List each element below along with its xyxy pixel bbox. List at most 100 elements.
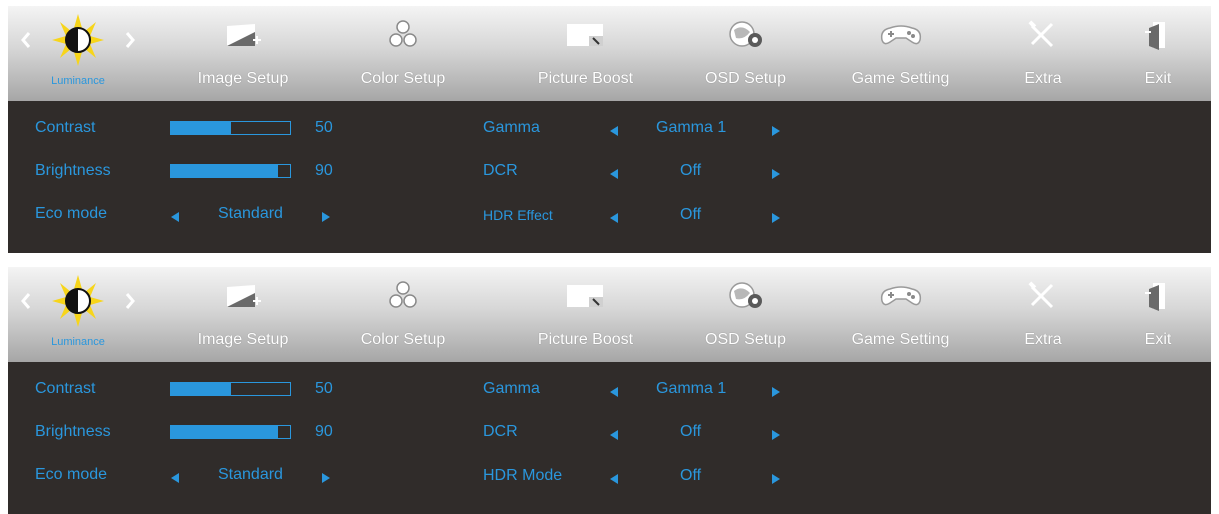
gamma-value: Gamma 1 — [656, 380, 727, 397]
picture-boost-icon — [566, 285, 603, 307]
color-setup-icon — [389, 281, 417, 308]
tab-label-extra: Extra — [1024, 70, 1062, 87]
tab-label-luminance: Luminance — [51, 336, 105, 348]
eco-mode-left-arrow[interactable] — [171, 473, 179, 483]
dcr-right-arrow[interactable] — [772, 430, 780, 440]
exit-door-icon — [1145, 22, 1165, 50]
tab-extra[interactable]: Extra — [1003, 6, 1083, 101]
gamma-right-arrow[interactable] — [772, 387, 780, 397]
tab-label-osd-setup: OSD Setup — [705, 331, 786, 348]
hdr-effect-value: Off — [680, 206, 702, 223]
luminance-settings-panel: Contrast 50 Brightness 90 Eco mode Stand… — [8, 101, 1211, 253]
tab-label-color-setup: Color Setup — [360, 70, 446, 87]
tab-label-exit: Exit — [1144, 70, 1172, 87]
image-setup-icon — [227, 24, 261, 46]
brightness-value: 90 — [315, 423, 333, 440]
luminance-sun-icon — [21, 275, 135, 327]
tab-exit[interactable]: Exit — [1123, 267, 1193, 362]
contrast-value: 50 — [315, 119, 333, 136]
tab-label-luminance: Luminance — [51, 75, 105, 87]
tab-label-color-setup: Color Setup — [360, 331, 446, 348]
picture-boost-icon — [566, 24, 603, 46]
gamma-label: Gamma — [483, 380, 540, 397]
hdr-effect-label: HDR Effect — [483, 207, 553, 223]
hdr-mode-right-arrow[interactable] — [772, 474, 780, 484]
tab-game-setting[interactable]: Game Setting — [838, 6, 963, 101]
tab-exit[interactable]: Exit — [1123, 6, 1193, 101]
tab-picture-boost[interactable]: Picture Boost — [518, 267, 653, 362]
gamma-value: Gamma 1 — [656, 119, 727, 136]
brightness-label: Brightness — [35, 162, 111, 179]
gamma-right-arrow[interactable] — [772, 126, 780, 136]
dcr-label: DCR — [483, 162, 518, 179]
brightness-slider[interactable] — [170, 425, 291, 439]
osd-setup-icon — [728, 282, 762, 308]
hdr-effect-left-arrow[interactable] — [610, 213, 618, 223]
game-setting-icon — [880, 286, 921, 306]
contrast-value: 50 — [315, 380, 333, 397]
tab-label-extra: Extra — [1024, 331, 1062, 348]
tab-osd-setup[interactable]: OSD Setup — [683, 267, 808, 362]
contrast-slider[interactable] — [170, 382, 291, 396]
hdr-effect-right-arrow[interactable] — [772, 213, 780, 223]
exit-door-icon — [1145, 283, 1165, 311]
brightness-slider-fill — [171, 426, 279, 438]
tab-label-osd-setup: OSD Setup — [705, 70, 786, 87]
extra-tools-icon — [1028, 281, 1054, 309]
brightness-slider-fill — [171, 165, 279, 177]
dcr-left-arrow[interactable] — [610, 169, 618, 179]
tab-color-setup[interactable]: Color Setup — [343, 267, 463, 362]
osd-setup-icon — [728, 21, 762, 47]
tab-label-exit: Exit — [1144, 331, 1172, 348]
tab-luminance[interactable]: Luminance — [8, 6, 148, 101]
eco-mode-value: Standard — [218, 466, 283, 483]
brightness-value: 90 — [315, 162, 333, 179]
dcr-label: DCR — [483, 423, 518, 440]
tab-label-image-setup: Image Setup — [197, 70, 289, 87]
luminance-sun-icon — [21, 14, 135, 66]
osd-tab-bar: Luminance Image Setup Color Setup Pictur… — [8, 267, 1211, 362]
luminance-settings-panel: Contrast 50 Brightness 90 Eco mode Stand… — [8, 362, 1211, 514]
dcr-right-arrow[interactable] — [772, 169, 780, 179]
contrast-label: Contrast — [35, 380, 96, 397]
hdr-mode-value: Off — [680, 467, 702, 484]
tab-label-picture-boost: Picture Boost — [537, 70, 634, 87]
tab-label-image-setup: Image Setup — [197, 331, 289, 348]
eco-mode-left-arrow[interactable] — [171, 212, 179, 222]
tab-extra[interactable]: Extra — [1003, 267, 1083, 362]
eco-mode-right-arrow[interactable] — [322, 212, 330, 222]
eco-mode-value: Standard — [218, 205, 283, 222]
tab-game-setting[interactable]: Game Setting — [838, 267, 963, 362]
dcr-value: Off — [680, 423, 702, 440]
extra-tools-icon — [1028, 20, 1054, 48]
tab-image-setup[interactable]: Image Setup — [178, 267, 308, 362]
tab-color-setup[interactable]: Color Setup — [343, 6, 463, 101]
hdr-mode-label: HDR Mode — [483, 467, 563, 484]
gamma-left-arrow[interactable] — [610, 126, 618, 136]
contrast-slider-fill — [171, 122, 231, 134]
eco-mode-label: Eco mode — [35, 205, 108, 222]
dcr-left-arrow[interactable] — [610, 430, 618, 440]
dcr-value: Off — [680, 162, 702, 179]
tab-label-picture-boost: Picture Boost — [537, 331, 634, 348]
tab-label-game-setting: Game Setting — [851, 70, 950, 87]
tab-label-game-setting: Game Setting — [851, 331, 950, 348]
osd-menu-bottom: Luminance Image Setup Color Setup Pictur… — [8, 267, 1211, 514]
tab-osd-setup[interactable]: OSD Setup — [683, 6, 808, 101]
brightness-label: Brightness — [35, 423, 111, 440]
osd-tab-bar: Luminance Image Setup Color Setup Pictur… — [8, 6, 1211, 101]
gamma-left-arrow[interactable] — [610, 387, 618, 397]
contrast-slider[interactable] — [170, 121, 291, 135]
brightness-slider[interactable] — [170, 164, 291, 178]
contrast-label: Contrast — [35, 119, 96, 136]
tab-image-setup[interactable]: Image Setup — [178, 6, 308, 101]
eco-mode-label: Eco mode — [35, 466, 108, 483]
color-setup-icon — [389, 20, 417, 47]
hdr-mode-left-arrow[interactable] — [610, 474, 618, 484]
tab-picture-boost[interactable]: Picture Boost — [518, 6, 653, 101]
gamma-label: Gamma — [483, 119, 540, 136]
eco-mode-right-arrow[interactable] — [322, 473, 330, 483]
tab-luminance[interactable]: Luminance — [8, 267, 148, 362]
contrast-slider-fill — [171, 383, 231, 395]
image-setup-icon — [227, 285, 261, 307]
